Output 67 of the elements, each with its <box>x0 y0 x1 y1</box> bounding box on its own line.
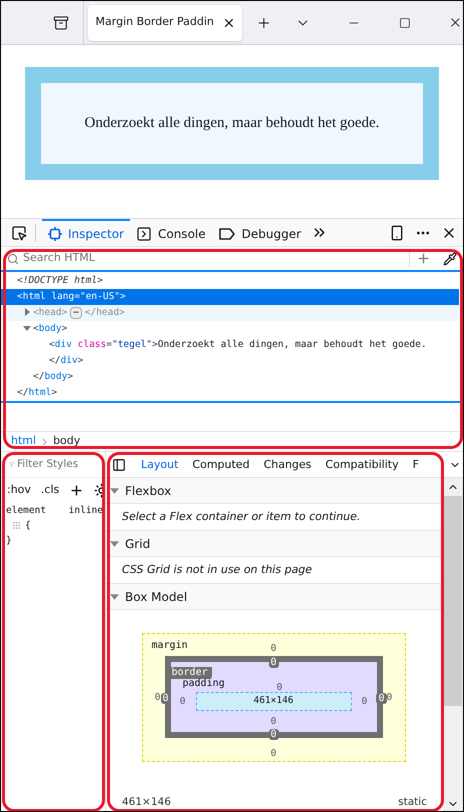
box-label: border <box>170 667 212 679</box>
markup-line[interactable]: </html> <box>17 385 58 401</box>
console-icon <box>136 226 152 242</box>
breadcrumb[interactable]: html <box>11 433 36 450</box>
inspector-icon <box>48 226 62 240</box>
box-value[interactable]: 0 <box>154 690 160 704</box>
add-rule-icon[interactable] <box>69 483 84 498</box>
class-toggle[interactable]: .cls <box>40 482 60 499</box>
sidebar-tab[interactable]: Changes <box>256 452 318 477</box>
border-value-badge[interactable]: 0 <box>268 729 279 740</box>
eyedropper-icon[interactable] <box>443 252 457 266</box>
markup-line[interactable]: </body> <box>33 369 74 385</box>
rule-selector: element <box>6 504 46 518</box>
devtools-tab[interactable]: Inspector <box>42 219 130 246</box>
sidebar-tab[interactable]: Computed <box>185 452 257 477</box>
box-label: padding <box>182 677 226 691</box>
add-node-icon[interactable] <box>416 251 431 266</box>
scrollbar-thumb[interactable] <box>444 496 462 706</box>
hover-toggle[interactable]: :hov <box>7 482 31 499</box>
element-position: static <box>398 795 427 810</box>
search-icon <box>7 252 19 264</box>
markup-line[interactable]: <div class="tegel">Onderzoekt alle dingen, maar behoudt het goede. </div> <box>49 337 459 369</box>
close-brace: } <box>6 535 12 546</box>
debugger-icon <box>218 226 236 240</box>
sidebar-tab[interactable]: F <box>406 452 426 477</box>
markup-line[interactable]: <!DOCTYPE html> <box>17 273 103 289</box>
open-brace: { <box>25 519 31 533</box>
tile-text: Onderzoekt alle dingen, maar behoudt het goede. <box>84 114 380 134</box>
sidebar-tab[interactable]: Compatibility <box>318 452 406 477</box>
devtools-tab[interactable]: Debugger <box>212 219 308 246</box>
box-value[interactable]: 0 <box>270 715 276 728</box>
box-value[interactable]: 0 <box>362 695 368 708</box>
section-message: CSS Grid is not in use on this page <box>122 562 312 578</box>
maximize-icon[interactable] <box>398 16 410 28</box>
element-size: 461×146 <box>122 795 171 810</box>
markup-line[interactable]: <body> <box>33 321 68 337</box>
grid-icon <box>12 521 21 530</box>
collapsed-twisty-icon[interactable] <box>23 308 31 316</box>
border-value-badge[interactable]: 0 <box>160 693 171 704</box>
collapsed-badge[interactable]: ⋯ <box>70 307 82 319</box>
rule-source[interactable]: inline <box>68 503 103 518</box>
section-header[interactable]: Flexbox <box>106 478 443 504</box>
section-message: Select a Flex container or item to continue. <box>122 508 360 525</box>
box-value[interactable]: 0 <box>270 748 276 759</box>
box-value[interactable]: 0 <box>180 695 186 708</box>
light-theme-icon[interactable] <box>94 483 105 498</box>
element-picker-icon[interactable] <box>11 224 27 240</box>
breadcrumb-separator-icon <box>42 438 48 446</box>
expanded-twisty-icon[interactable] <box>23 324 31 332</box>
toggle-sidebar-icon[interactable] <box>112 458 126 472</box>
content-size: 461×146 <box>253 694 294 708</box>
tab-title: Margin Border Paddin <box>96 14 215 30</box>
box-value[interactable]: 0 <box>276 682 282 693</box>
filter-styles-field[interactable]: Filter Styles <box>17 456 97 472</box>
section-header[interactable]: Box Model <box>106 584 443 610</box>
search-html-field[interactable]: Search HTML <box>23 250 403 267</box>
section-header[interactable]: Grid <box>106 531 443 557</box>
border-value-badge[interactable]: 0 <box>376 693 386 704</box>
box-value[interactable]: 0 <box>270 643 276 654</box>
border-value-badge[interactable]: 0 <box>268 657 279 668</box>
box-value[interactable]: 0 <box>386 690 392 704</box>
breadcrumb[interactable]: body <box>53 433 80 450</box>
scrollbar[interactable] <box>443 478 463 811</box>
responsive-design-icon[interactable] <box>389 224 405 240</box>
devtools-tab[interactable]: Console <box>130 219 212 246</box>
box-label: margin <box>152 639 189 653</box>
browser-tab[interactable]: Margin Border Paddin <box>88 4 242 40</box>
